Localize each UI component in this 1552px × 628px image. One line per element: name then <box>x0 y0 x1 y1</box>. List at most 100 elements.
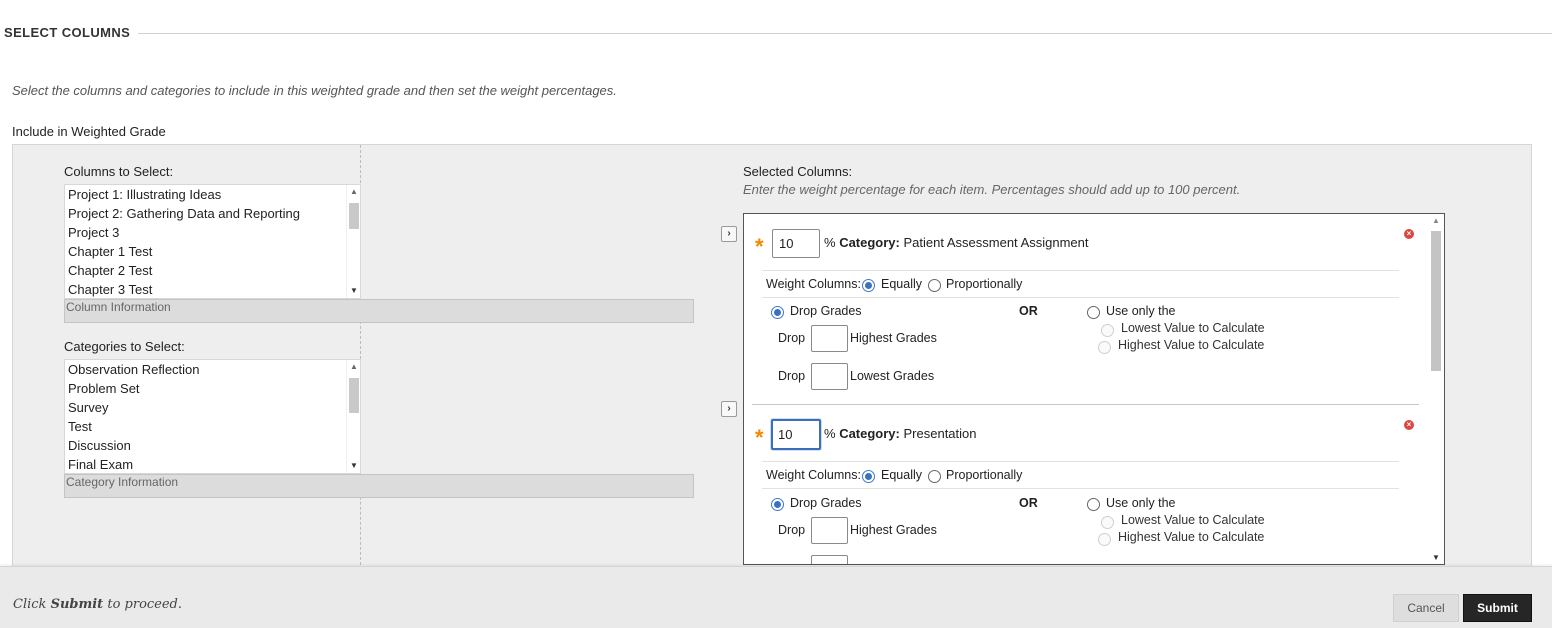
category-prefix: Category: <box>839 235 900 250</box>
section-divider <box>138 33 1552 34</box>
chevron-right-icon[interactable]: › <box>721 226 737 242</box>
scroll-thumb[interactable] <box>1431 231 1441 371</box>
category-prefix: Category: <box>839 426 900 441</box>
or-label: OR <box>1019 304 1038 318</box>
divider <box>762 461 1399 462</box>
or-label: OR <box>1019 496 1038 510</box>
lowest-value-label: Lowest Value to Calculate <box>1121 513 1265 527</box>
list-item[interactable]: Observation Reflection <box>65 360 360 379</box>
lowest-value-label: Lowest Value to Calculate <box>1121 321 1265 335</box>
divider <box>762 297 1399 298</box>
use-only-radio[interactable] <box>1087 306 1100 319</box>
list-item[interactable]: Project 3 <box>65 223 360 242</box>
list-item[interactable]: Discussion <box>65 436 360 455</box>
weight-columns-label: Weight Columns: <box>766 277 861 291</box>
footer-note-prefix: Click <box>13 597 47 612</box>
proportionally-radio[interactable] <box>928 470 941 483</box>
list-item[interactable]: Chapter 2 Test <box>65 261 360 280</box>
footer-bar <box>0 566 1552 628</box>
weight-columns-label: Weight Columns: <box>766 468 861 482</box>
arrow-up-icon[interactable]: ▲ <box>347 185 360 199</box>
highest-value-radio[interactable] <box>1098 341 1111 354</box>
equally-radio[interactable] <box>862 470 875 483</box>
list-item[interactable]: Project 1: Illustrating Ideas <box>65 185 360 204</box>
category-line: % Category: Presentation <box>824 426 977 441</box>
use-only-label[interactable]: Use only the <box>1106 496 1175 510</box>
lowest-grades-label: Lowest Grades <box>850 369 935 383</box>
use-only-radio[interactable] <box>1087 498 1100 511</box>
divider <box>762 270 1399 271</box>
footer-note: Click Submit to proceed. <box>13 597 182 612</box>
use-only-label[interactable]: Use only the <box>1106 304 1175 318</box>
percent-sign: % <box>824 426 836 441</box>
scroll-thumb[interactable] <box>349 203 359 229</box>
drop-label: Drop <box>778 369 806 383</box>
include-label: Include in Weighted Grade <box>12 124 166 139</box>
category-name: Patient Assessment Assignment <box>903 235 1089 250</box>
category-name: Presentation <box>903 426 977 441</box>
arrow-down-icon[interactable]: ▼ <box>1429 553 1443 562</box>
footer-note-suffix: to proceed. <box>107 597 183 612</box>
columns-listbox[interactable]: Project 1: Illustrating Ideas Project 2:… <box>64 184 361 299</box>
highest-value-label: Highest Value to Calculate <box>1118 338 1265 352</box>
column-information-bar[interactable]: Column Information <box>64 299 694 323</box>
columns-scrollbar[interactable]: ▲ ▼ <box>346 185 360 298</box>
scroll-thumb[interactable] <box>349 378 359 413</box>
selected-item-2: * % Category: Presentation × Weight Colu… <box>744 405 1430 564</box>
proportionally-label[interactable]: Proportionally <box>946 277 1022 291</box>
arrow-up-icon[interactable]: ▲ <box>1429 216 1443 225</box>
asterisk-icon: * <box>755 234 764 259</box>
weight-percent-input[interactable] <box>772 229 820 258</box>
list-item[interactable]: Test <box>65 417 360 436</box>
equally-radio[interactable] <box>862 279 875 292</box>
list-item[interactable]: Project 2: Gathering Data and Reporting <box>65 204 360 223</box>
list-item[interactable]: Survey <box>65 398 360 417</box>
submit-button[interactable]: Submit <box>1463 594 1532 622</box>
drop-grades-label[interactable]: Drop Grades <box>790 304 862 318</box>
category-line: % Category: Patient Assessment Assignmen… <box>824 235 1088 250</box>
instructions-text: Select the columns and categories to inc… <box>12 83 617 98</box>
drop-label: Drop <box>778 523 806 537</box>
proportionally-radio[interactable] <box>928 279 941 292</box>
drop-grades-label[interactable]: Drop Grades <box>790 496 862 510</box>
drop-grades-radio[interactable] <box>771 306 784 319</box>
remove-icon[interactable]: × <box>1404 420 1414 430</box>
categories-listbox[interactable]: Observation Reflection Problem Set Surve… <box>64 359 361 474</box>
drop-highest-input[interactable] <box>811 325 848 352</box>
chevron-right-icon[interactable]: › <box>721 401 737 417</box>
selected-item-1: * % Category: Patient Assessment Assignm… <box>744 214 1430 404</box>
lowest-value-radio[interactable] <box>1101 516 1114 529</box>
categories-select-label: Categories to Select: <box>64 339 185 354</box>
arrow-down-icon[interactable]: ▼ <box>347 284 360 298</box>
arrow-down-icon[interactable]: ▼ <box>347 459 360 473</box>
equally-label[interactable]: Equally <box>881 468 922 482</box>
drop-label: Drop <box>778 331 806 345</box>
equally-label[interactable]: Equally <box>881 277 922 291</box>
categories-scrollbar[interactable]: ▲ ▼ <box>346 360 360 473</box>
category-information-bar[interactable]: Category Information <box>64 474 694 498</box>
selected-columns-container[interactable]: * % Category: Patient Assessment Assignm… <box>743 213 1445 565</box>
columns-select-label: Columns to Select: <box>64 164 174 179</box>
arrow-up-icon[interactable]: ▲ <box>347 360 360 374</box>
section-title: SELECT COLUMNS <box>4 25 131 40</box>
selected-scrollbar[interactable]: ▲ ▼ <box>1429 214 1443 564</box>
drop-lowest-input[interactable] <box>811 555 848 564</box>
drop-grades-radio[interactable] <box>771 498 784 511</box>
footer-note-bold: Submit <box>50 597 104 612</box>
lowest-value-radio[interactable] <box>1101 324 1114 337</box>
list-item[interactable]: Problem Set <box>65 379 360 398</box>
weight-percent-input[interactable] <box>771 419 821 450</box>
list-item[interactable]: Chapter 3 Test <box>65 280 360 298</box>
selected-columns-hint: Enter the weight percentage for each ite… <box>743 182 1241 197</box>
percent-sign: % <box>824 235 836 250</box>
list-item[interactable]: Final Exam <box>65 455 360 473</box>
selected-columns-label: Selected Columns: <box>743 164 853 179</box>
asterisk-icon: * <box>755 425 764 450</box>
proportionally-label[interactable]: Proportionally <box>946 468 1022 482</box>
cancel-button[interactable]: Cancel <box>1393 594 1459 622</box>
highest-value-radio[interactable] <box>1098 533 1111 546</box>
drop-highest-input[interactable] <box>811 517 848 544</box>
list-item[interactable]: Chapter 1 Test <box>65 242 360 261</box>
remove-icon[interactable]: × <box>1404 229 1414 239</box>
drop-lowest-input[interactable] <box>811 363 848 390</box>
